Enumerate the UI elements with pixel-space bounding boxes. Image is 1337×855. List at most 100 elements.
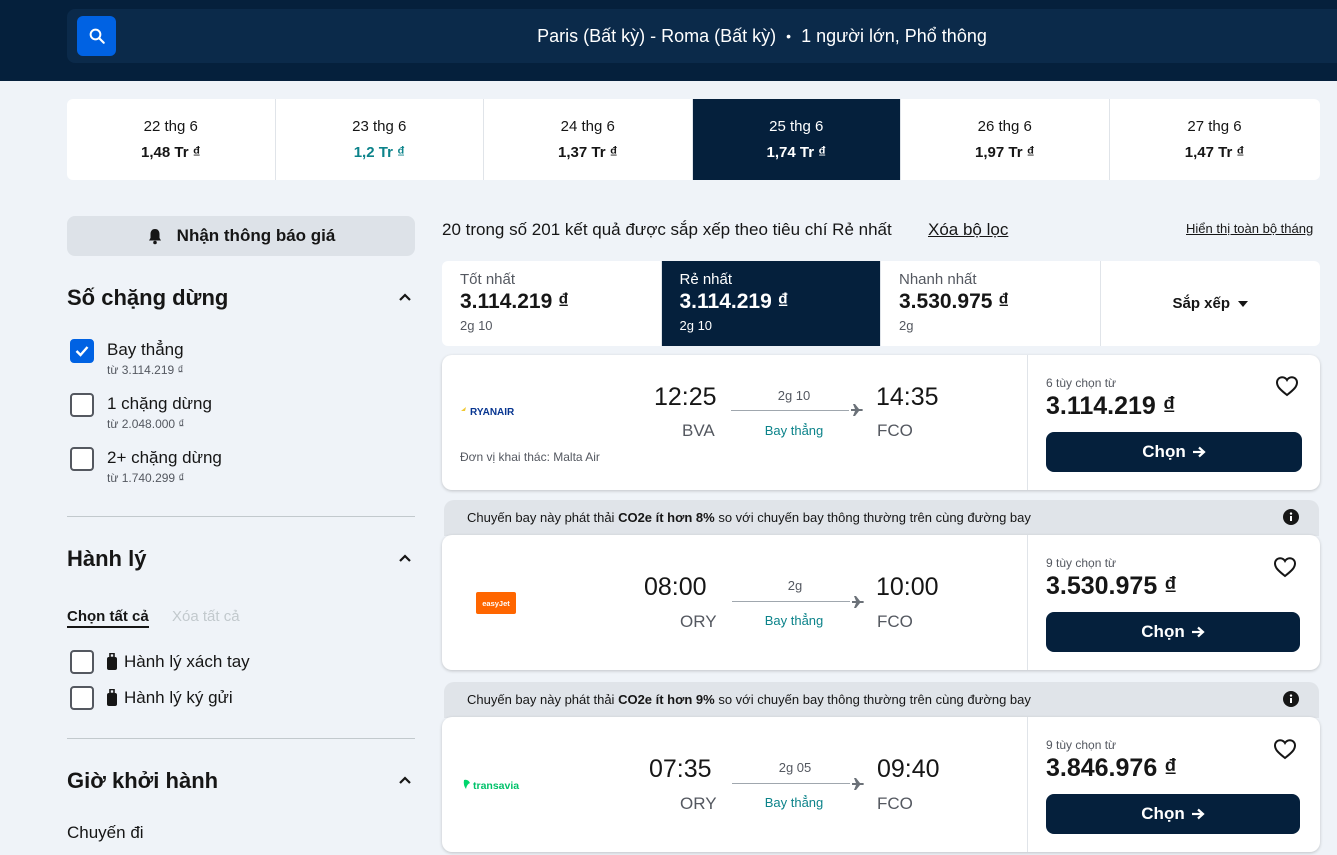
- heart-icon[interactable]: [1273, 738, 1297, 760]
- checkbox[interactable]: [70, 447, 94, 471]
- date-label: 23 thg 6: [352, 118, 407, 135]
- ryanair-logo-text: RYANAIR: [470, 407, 515, 418]
- search-icon: [89, 28, 105, 44]
- arrival-time: 14:35: [876, 383, 939, 411]
- stops-option-label: 1 chặng dừng: [107, 394, 212, 413]
- divider: [67, 738, 415, 739]
- search-button[interactable]: [77, 16, 116, 56]
- sort-tab-best[interactable]: Tốt nhất 3.114.219 ₫ 2g 10: [442, 261, 662, 346]
- sort-tab-fastest[interactable]: Nhanh nhất 3.530.975 ₫ 2g: [881, 261, 1101, 346]
- flight-card[interactable]: RYANAIR 12:25 BVA 2g 10 Bay thẳng 14:35 …: [442, 355, 1320, 490]
- eco-banner-text-bold: CO2e ít hơn 8%: [618, 510, 715, 525]
- baggage-option-checked-bag[interactable]: Hành lý ký gửi: [70, 686, 233, 710]
- date-cell-26[interactable]: 26 thg 6 1,97 Tr ₫: [901, 99, 1110, 180]
- chevron-up-icon[interactable]: [398, 773, 412, 787]
- eco-banner-text-post: so với chuyến bay thông thường trên cùng…: [714, 692, 1031, 707]
- stops-option-direct[interactable]: Bay thẳng từ 3.114.219 ₫: [70, 339, 184, 377]
- date-label: 26 thg 6: [977, 118, 1032, 135]
- flight-line: [731, 410, 849, 411]
- operator-info: Đơn vị khai thác: Malta Air: [460, 450, 600, 464]
- departure-time: 08:00: [644, 573, 707, 601]
- flight-itinerary: transavia 07:35 ORY 2g 05 Bay thẳng 09:4…: [442, 717, 1027, 852]
- info-icon[interactable]: [1283, 509, 1299, 525]
- results-count: 20 trong số 201 kết quả được sắp xếp the…: [442, 220, 892, 239]
- heart-icon[interactable]: [1275, 375, 1299, 397]
- sort-tab-label: Rẻ nhất: [679, 271, 733, 288]
- checked-bag-icon: [107, 689, 117, 706]
- date-label: 27 thg 6: [1187, 118, 1242, 135]
- caret-down-icon: [1238, 300, 1249, 307]
- sort-tab-cheapest[interactable]: Rẻ nhất 3.114.219 ₫ 2g 10: [661, 261, 881, 346]
- checkbox[interactable]: [70, 393, 94, 417]
- eco-banner-text-pre: Chuyến bay này phát thải: [467, 692, 619, 707]
- outbound-label: Chuyến đi: [67, 823, 144, 842]
- search-summary: Paris (Bất kỳ) - Roma (Bất kỳ) • 1 người…: [67, 9, 1337, 63]
- divider: [67, 516, 415, 517]
- flight-itinerary: easyJet 08:00 ORY 2g Bay thẳng 10:00 FCO: [442, 535, 1027, 670]
- flight-price-panel: 9 tùy chọn từ 3.530.975 ₫ Chọn: [1027, 535, 1320, 670]
- select-button-label: Chọn: [1141, 804, 1185, 823]
- date-cell-23[interactable]: 23 thg 6 1,2 Tr ₫: [276, 99, 484, 180]
- flight-price-panel: 9 tùy chọn từ 3.846.976 ₫ Chọn: [1027, 717, 1320, 852]
- stops-option-1-stop[interactable]: 1 chặng dừng từ 2.048.000 ₫: [70, 393, 212, 431]
- stops-option-2plus[interactable]: 2+ chặng dừng từ 1.740.299 ₫: [70, 447, 222, 485]
- arrow-right-icon: [1192, 446, 1206, 458]
- date-price: 1,97 Tr ₫: [975, 144, 1035, 161]
- checkbox[interactable]: [70, 686, 94, 710]
- select-button-label: Chọn: [1141, 622, 1185, 641]
- arrival-time: 10:00: [876, 573, 939, 601]
- date-label: 25 thg 6: [769, 118, 824, 135]
- eco-banner-text-pre: Chuyến bay này phát thải: [467, 510, 619, 525]
- info-icon[interactable]: [1283, 691, 1299, 707]
- search-summary-box[interactable]: Paris (Bất kỳ) - Roma (Bất kỳ) • 1 người…: [67, 9, 1337, 63]
- departure-time: 12:25: [654, 383, 717, 411]
- stops-option-price: từ 2.048.000 ₫: [107, 417, 185, 431]
- stops-option-label: Bay thẳng: [107, 340, 184, 359]
- chevron-up-icon[interactable]: [398, 290, 412, 304]
- select-all-link[interactable]: Chọn tất cả: [67, 608, 149, 628]
- flight-line: [732, 601, 850, 602]
- checkbox[interactable]: [70, 650, 94, 674]
- flight-itinerary: RYANAIR 12:25 BVA 2g 10 Bay thẳng 14:35 …: [442, 355, 1027, 490]
- checkbox-checked[interactable]: [70, 339, 94, 363]
- arrow-right-icon: [1191, 808, 1205, 820]
- flight-stops: Bay thẳng: [764, 795, 824, 810]
- select-flight-button[interactable]: Chọn: [1046, 432, 1302, 472]
- chevron-up-icon[interactable]: [398, 551, 412, 565]
- departure-airport: ORY: [680, 794, 717, 813]
- arrow-right-icon: [1191, 626, 1205, 638]
- stops-option-price: từ 3.114.219 ₫: [107, 363, 184, 377]
- departure-filter-title: Giờ khởi hành: [67, 768, 219, 793]
- select-flight-button[interactable]: Chọn: [1046, 612, 1300, 652]
- top-bar: Paris (Bất kỳ) - Roma (Bất kỳ) • 1 người…: [0, 0, 1337, 81]
- plane-icon: [851, 404, 863, 416]
- flight-card[interactable]: easyJet 08:00 ORY 2g Bay thẳng 10:00 FCO…: [442, 535, 1320, 670]
- baggage-option-carry-on[interactable]: Hành lý xách tay: [70, 650, 250, 674]
- arrival-airport: FCO: [877, 794, 913, 813]
- flight-price: 3.530.975 ₫: [1046, 572, 1177, 600]
- sort-dropdown[interactable]: Sắp xếp: [1101, 261, 1321, 346]
- date-cell-27[interactable]: 27 thg 6 1,47 Tr ₫: [1110, 99, 1320, 180]
- date-price: 1,37 Tr ₫: [558, 144, 618, 161]
- flight-card[interactable]: transavia 07:35 ORY 2g 05 Bay thẳng 09:4…: [442, 717, 1320, 852]
- sort-tab-duration: 2g 10: [460, 318, 493, 333]
- heart-icon[interactable]: [1273, 556, 1297, 578]
- date-cell-24[interactable]: 24 thg 6 1,37 Tr ₫: [484, 99, 693, 180]
- transavia-logo-text: transavia: [473, 780, 519, 792]
- date-cell-22[interactable]: 22 thg 6 1,48 Tr ₫: [67, 99, 276, 180]
- show-whole-month-link[interactable]: Hiển thị toàn bộ tháng: [1186, 221, 1313, 236]
- eco-banner: Chuyến bay này phát thải CO2e ít hơn 8% …: [444, 500, 1319, 536]
- clear-filters-link[interactable]: Xóa bộ lọc: [928, 220, 1008, 240]
- easyjet-logo: easyJet: [476, 592, 516, 614]
- date-label: 22 thg 6: [143, 118, 198, 135]
- stops-filter-title: Số chặng dừng: [67, 285, 229, 310]
- options-count: 6 tùy chọn từ: [1046, 376, 1117, 390]
- price-alert-button[interactable]: Nhận thông báo giá: [67, 216, 415, 256]
- date-cell-25[interactable]: 25 thg 6 1,74 Tr ₫: [692, 99, 901, 180]
- options-count: 9 tùy chọn từ: [1046, 738, 1117, 752]
- flight-price: 3.114.219 ₫: [1046, 392, 1176, 420]
- carry-on-bag-icon: [107, 653, 117, 670]
- select-flight-button[interactable]: Chọn: [1046, 794, 1300, 834]
- sort-dropdown-label: Sắp xếp: [1172, 295, 1231, 312]
- clear-all-link[interactable]: Xóa tất cả: [172, 608, 240, 625]
